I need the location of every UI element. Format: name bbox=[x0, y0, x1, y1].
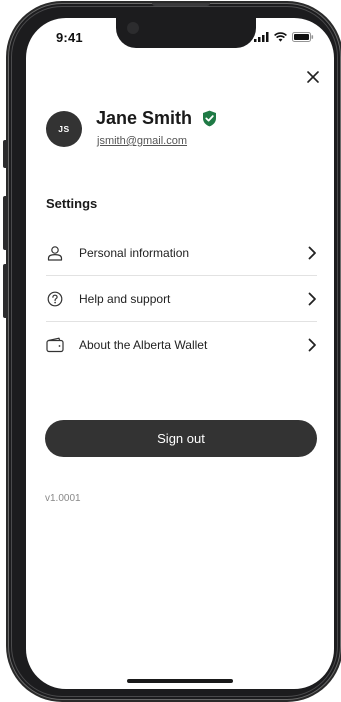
menu-item-label: About the Alberta Wallet bbox=[79, 337, 208, 352]
volume-up-button bbox=[3, 196, 8, 250]
close-icon[interactable] bbox=[306, 70, 320, 84]
person-icon bbox=[46, 244, 64, 262]
sign-out-button[interactable]: Sign out bbox=[45, 420, 317, 457]
camera-icon bbox=[127, 22, 139, 34]
profile-name: Jane Smith bbox=[96, 108, 193, 128]
app-stage: 9:41 JS Jane Smith jsmith@gmail.com Sett… bbox=[0, 0, 341, 702]
version-label: v1.0001 bbox=[45, 493, 81, 504]
menu-item-personal-information[interactable]: Personal information bbox=[46, 230, 317, 275]
home-indicator[interactable] bbox=[127, 679, 233, 683]
chevron-right-icon bbox=[308, 292, 316, 305]
battery-icon bbox=[292, 32, 314, 42]
status-time: 9:41 bbox=[56, 30, 83, 45]
settings-heading: Settings bbox=[46, 196, 98, 211]
profile-email[interactable]: jsmith@gmail.com bbox=[97, 135, 187, 147]
menu-item-label: Help and support bbox=[79, 291, 171, 306]
wallet-icon bbox=[46, 336, 64, 354]
notch bbox=[116, 18, 256, 48]
mute-switch bbox=[3, 140, 8, 168]
phone-screen: 9:41 JS Jane Smith jsmith@gmail.com Sett… bbox=[26, 18, 334, 689]
help-icon bbox=[46, 290, 64, 308]
avatar: JS bbox=[46, 111, 82, 147]
menu-item-label: Personal information bbox=[79, 245, 190, 260]
menu-item-help-and-support[interactable]: Help and support bbox=[46, 275, 317, 321]
wifi-icon bbox=[274, 32, 287, 42]
speaker-grille bbox=[152, 3, 210, 6]
settings-menu: Personal information Help and support Ab… bbox=[46, 230, 317, 367]
chevron-right-icon bbox=[308, 246, 316, 259]
volume-down-button bbox=[3, 264, 8, 318]
verified-shield-icon bbox=[203, 110, 217, 127]
chevron-right-icon bbox=[308, 338, 316, 351]
profile-name-row: Jane Smith bbox=[96, 108, 217, 129]
status-icons bbox=[254, 31, 314, 43]
menu-item-about-alberta-wallet[interactable]: About the Alberta Wallet bbox=[46, 321, 317, 367]
signal-icon bbox=[254, 32, 269, 42]
